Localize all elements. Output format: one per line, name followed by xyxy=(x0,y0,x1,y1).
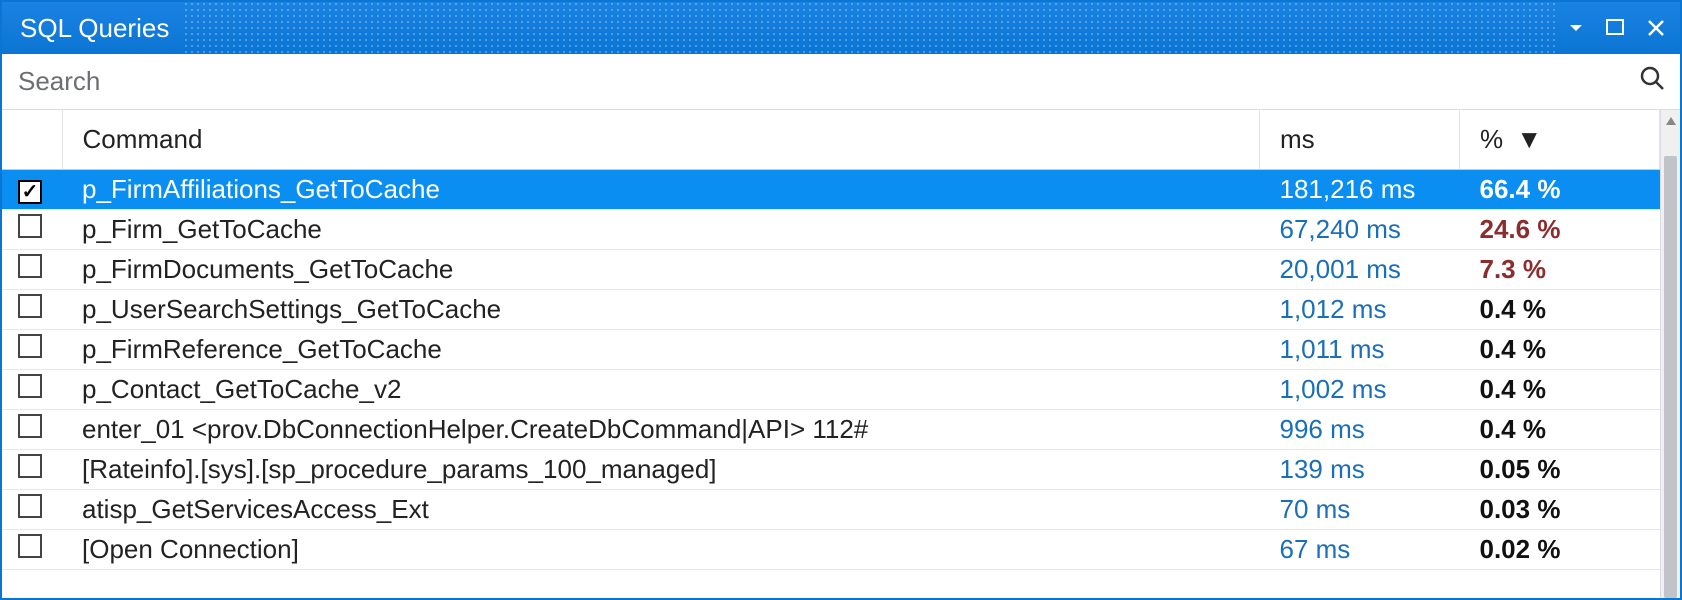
duration-cell: 1,002 ms xyxy=(1260,370,1460,410)
command-cell: [Rateinfo].[sys].[sp_procedure_params_10… xyxy=(62,450,1260,490)
checkbox[interactable] xyxy=(18,180,42,204)
percent-cell: 0.03 % xyxy=(1460,490,1660,530)
command-cell: p_Contact_GetToCache_v2 xyxy=(62,370,1260,410)
table-row[interactable]: enter_01 <prov.DbConnectionHelper.Create… xyxy=(2,410,1660,450)
checkbox[interactable] xyxy=(18,374,42,398)
command-cell: p_UserSearchSettings_GetToCache xyxy=(62,290,1260,330)
row-checkbox-cell[interactable] xyxy=(2,330,62,370)
duration-cell: 1,011 ms xyxy=(1260,330,1460,370)
checkbox[interactable] xyxy=(18,534,42,558)
checkbox[interactable] xyxy=(18,294,42,318)
table-row[interactable]: p_Firm_GetToCache67,240 ms24.6 % xyxy=(2,210,1660,250)
percent-cell: 0.4 % xyxy=(1460,290,1660,330)
duration-cell: 67,240 ms xyxy=(1260,210,1460,250)
queries-table: Command ms % ▼ p_FirmAffiliations_GetToC… xyxy=(2,110,1660,570)
checkbox[interactable] xyxy=(18,414,42,438)
window-titlebar[interactable]: SQL Queries xyxy=(2,2,1680,54)
row-checkbox-cell[interactable] xyxy=(2,250,62,290)
scroll-up-icon[interactable] xyxy=(1661,116,1680,126)
close-icon[interactable] xyxy=(1646,18,1666,38)
sort-indicator-icon: ▼ xyxy=(1516,124,1542,154)
percent-cell: 0.05 % xyxy=(1460,450,1660,490)
column-header-ms[interactable]: ms xyxy=(1260,110,1460,170)
duration-cell: 70 ms xyxy=(1260,490,1460,530)
row-checkbox-cell[interactable] xyxy=(2,410,62,450)
percent-cell: 0.4 % xyxy=(1460,370,1660,410)
percent-cell: 0.02 % xyxy=(1460,530,1660,570)
scroll-thumb[interactable] xyxy=(1664,156,1677,598)
vertical-scrollbar[interactable] xyxy=(1660,110,1680,598)
column-header-percent[interactable]: % ▼ xyxy=(1460,110,1660,170)
checkbox[interactable] xyxy=(18,254,42,278)
row-checkbox-cell[interactable] xyxy=(2,530,62,570)
checkbox[interactable] xyxy=(18,454,42,478)
duration-cell: 181,216 ms xyxy=(1260,170,1460,210)
table-row[interactable]: p_UserSearchSettings_GetToCache1,012 ms0… xyxy=(2,290,1660,330)
duration-cell: 1,012 ms xyxy=(1260,290,1460,330)
percent-cell: 0.4 % xyxy=(1460,410,1660,450)
titlebar-grip[interactable] xyxy=(183,2,1558,54)
dropdown-icon[interactable] xyxy=(1568,20,1584,36)
table-row[interactable]: [Rateinfo].[sys].[sp_procedure_params_10… xyxy=(2,450,1660,490)
command-cell: p_FirmAffiliations_GetToCache xyxy=(62,170,1260,210)
row-checkbox-cell[interactable] xyxy=(2,170,62,210)
duration-cell: 20,001 ms xyxy=(1260,250,1460,290)
search-icon[interactable] xyxy=(1638,64,1666,99)
maximize-icon[interactable] xyxy=(1606,19,1624,37)
search-bar xyxy=(2,54,1680,110)
checkbox[interactable] xyxy=(18,494,42,518)
command-cell: atisp_GetServicesAccess_Ext xyxy=(62,490,1260,530)
percent-cell: 7.3 % xyxy=(1460,250,1660,290)
checkbox[interactable] xyxy=(18,334,42,358)
duration-cell: 67 ms xyxy=(1260,530,1460,570)
row-checkbox-cell[interactable] xyxy=(2,450,62,490)
command-cell: [Open Connection] xyxy=(62,530,1260,570)
percent-cell: 66.4 % xyxy=(1460,170,1660,210)
duration-cell: 139 ms xyxy=(1260,450,1460,490)
command-cell: p_Firm_GetToCache xyxy=(62,210,1260,250)
command-cell: enter_01 <prov.DbConnectionHelper.Create… xyxy=(62,410,1260,450)
window-title: SQL Queries xyxy=(20,13,169,44)
row-checkbox-cell[interactable] xyxy=(2,210,62,250)
search-input[interactable] xyxy=(18,66,1638,97)
duration-cell: 996 ms xyxy=(1260,410,1460,450)
percent-cell: 24.6 % xyxy=(1460,210,1660,250)
table-row[interactable]: p_Contact_GetToCache_v21,002 ms0.4 % xyxy=(2,370,1660,410)
table-row[interactable]: p_FirmAffiliations_GetToCache181,216 ms6… xyxy=(2,170,1660,210)
table-row[interactable]: p_FirmDocuments_GetToCache20,001 ms7.3 % xyxy=(2,250,1660,290)
row-checkbox-cell[interactable] xyxy=(2,290,62,330)
column-header-checkbox[interactable] xyxy=(2,110,62,170)
table-row[interactable]: p_FirmReference_GetToCache1,011 ms0.4 % xyxy=(2,330,1660,370)
command-cell: p_FirmDocuments_GetToCache xyxy=(62,250,1260,290)
percent-cell: 0.4 % xyxy=(1460,330,1660,370)
table-header-row: Command ms % ▼ xyxy=(2,110,1660,170)
table-row[interactable]: [Open Connection]67 ms0.02 % xyxy=(2,530,1660,570)
row-checkbox-cell[interactable] xyxy=(2,490,62,530)
row-checkbox-cell[interactable] xyxy=(2,370,62,410)
table-row[interactable]: atisp_GetServicesAccess_Ext70 ms0.03 % xyxy=(2,490,1660,530)
column-header-command[interactable]: Command xyxy=(62,110,1260,170)
checkbox[interactable] xyxy=(18,214,42,238)
command-cell: p_FirmReference_GetToCache xyxy=(62,330,1260,370)
